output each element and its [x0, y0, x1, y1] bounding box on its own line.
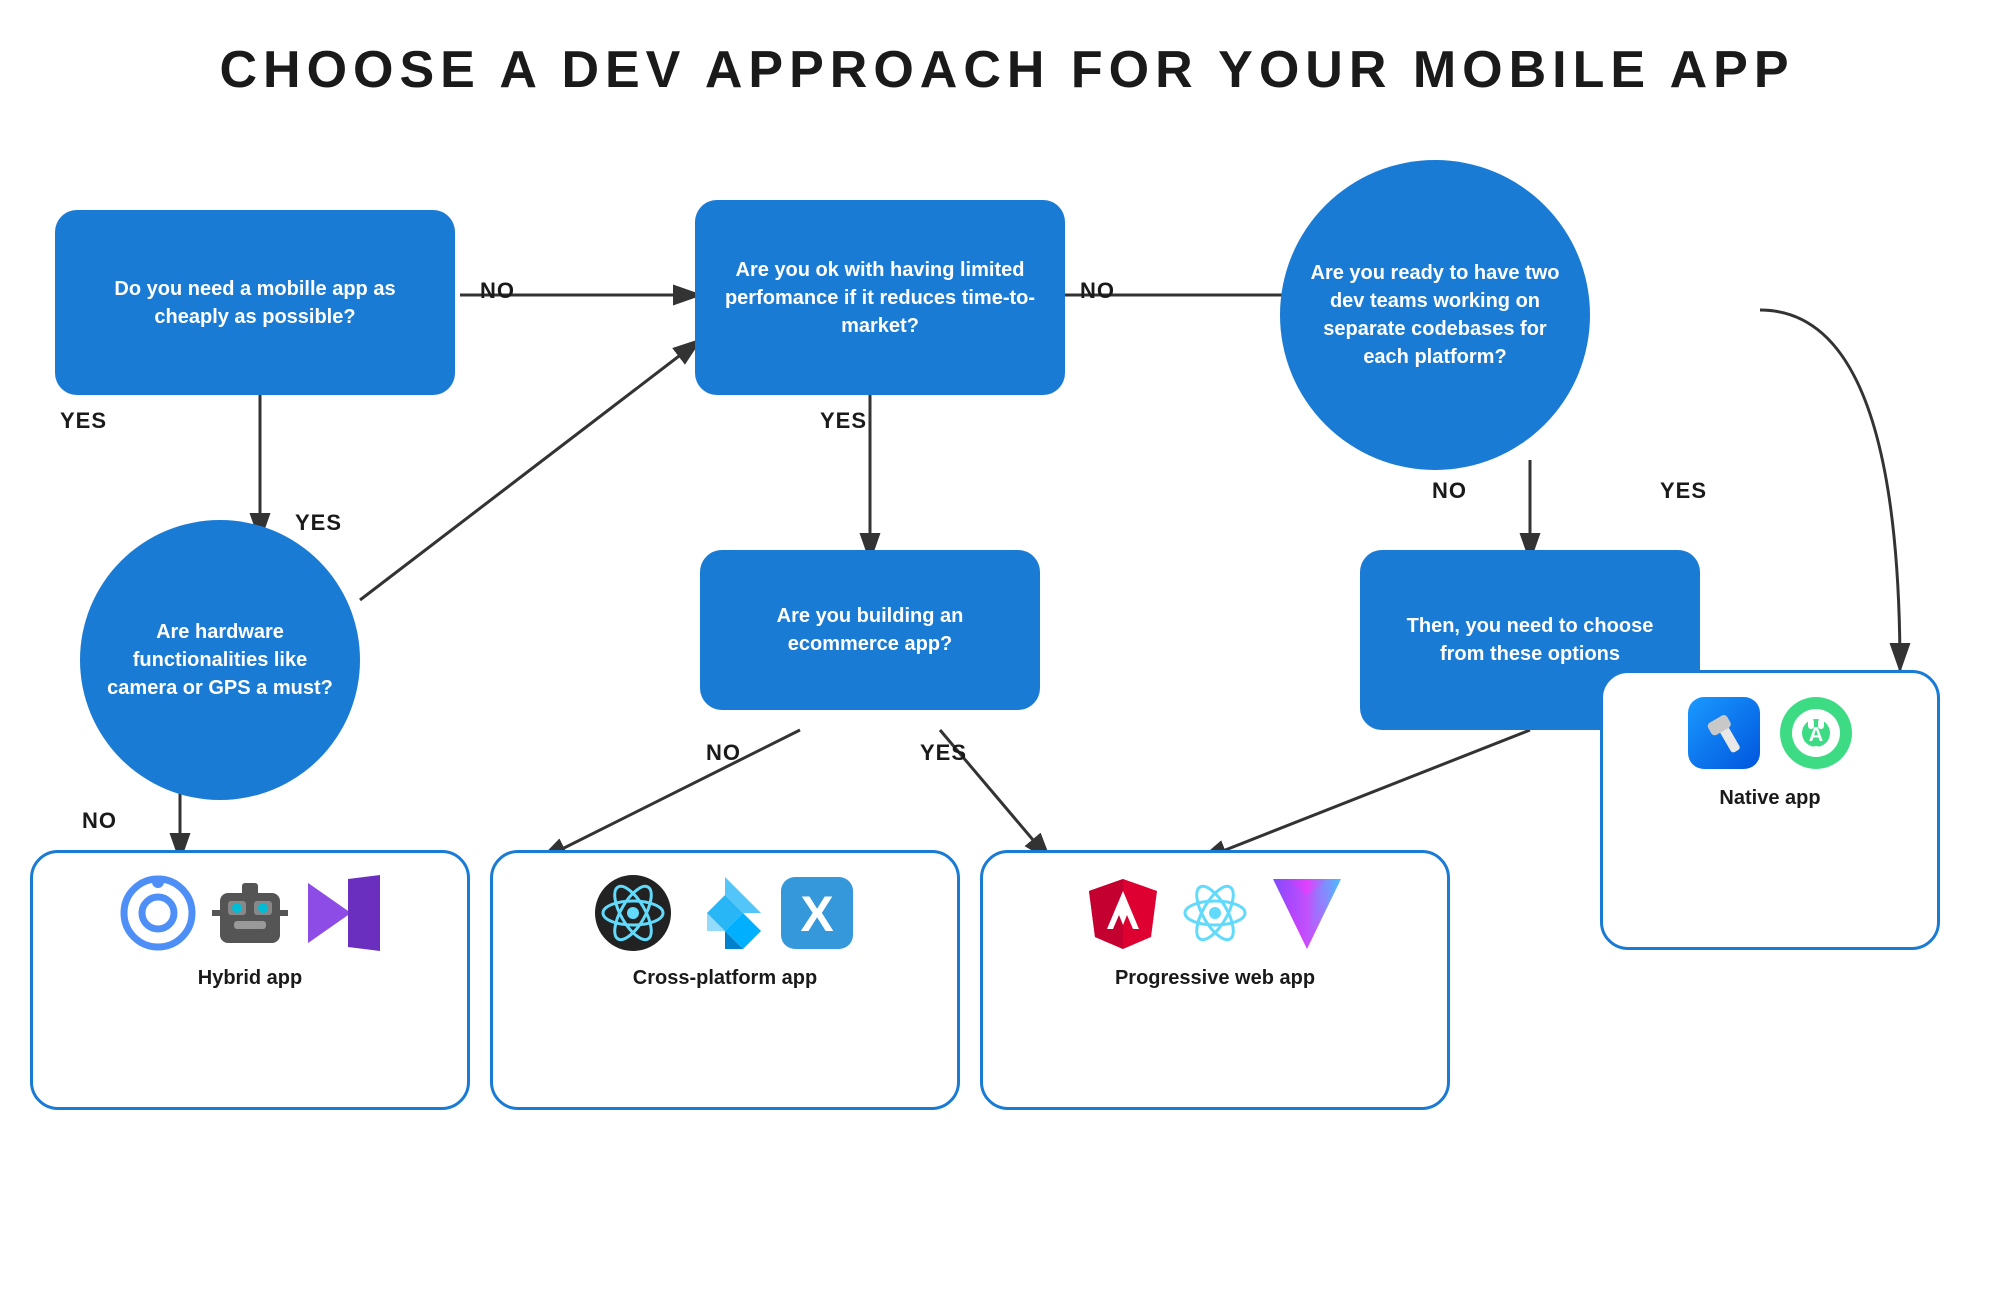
yes-label-q5: YES [920, 740, 967, 766]
hybrid-container: Hybrid app [30, 850, 470, 1110]
no-label-q5: NO [706, 740, 741, 766]
flowchart: Do you need a mobille app as cheaply as … [0, 130, 2014, 1310]
xamarin-icon: X [777, 873, 857, 953]
native-container: A Native app [1600, 670, 1940, 950]
no-label-q2: NO [1080, 278, 1115, 304]
pwa-icons [1083, 873, 1347, 953]
q2-box: Are you ok with having limited perfomanc… [695, 200, 1065, 395]
q1-text: Do you need a mobille app as cheaply as … [77, 275, 433, 331]
svg-text:A: A [1809, 724, 1823, 746]
ionic-icon [118, 873, 198, 953]
q6-text: Then, you need to choose from these opti… [1382, 612, 1678, 668]
yes-label-q3: YES [1660, 478, 1707, 504]
native-icons: A [1684, 693, 1856, 773]
q5-box: Are you building an ecommerce app? [700, 550, 1040, 710]
android-studio-icon: A [1776, 693, 1856, 773]
react-native-icon [593, 873, 673, 953]
pwa-container: Progressive web app [980, 850, 1450, 1110]
q4-box: Are hardware functionalities like camera… [80, 520, 360, 800]
q1-box: Do you need a mobille app as cheaply as … [55, 210, 455, 395]
flutter-icon [685, 873, 765, 953]
yes-label-q4: YES [295, 510, 342, 536]
q5-text: Are you building an ecommerce app? [722, 602, 1018, 658]
vs-icon [302, 873, 382, 953]
q3-text: Are you ready to have two dev teams work… [1302, 259, 1568, 371]
robot-icon [210, 873, 290, 953]
cross-icons: X [593, 873, 857, 953]
vuetify-icon [1267, 873, 1347, 953]
cross-container: X Cross-platform app [490, 850, 960, 1110]
page-title: CHOOSE A DEV APPROACH FOR YOUR MOBILE AP… [0, 0, 2014, 130]
yes-label-q1: YES [60, 408, 107, 434]
hybrid-label: Hybrid app [198, 967, 302, 990]
react-icon [1175, 873, 1255, 953]
no-label-q4: NO [82, 808, 117, 834]
no-label-q1: NO [480, 278, 515, 304]
no-label-q3: NO [1432, 478, 1467, 504]
pwa-label: Progressive web app [1115, 967, 1315, 990]
angular-icon [1083, 873, 1163, 953]
q4-text: Are hardware functionalities like camera… [102, 618, 338, 702]
yes-label-q2: YES [820, 408, 867, 434]
native-label: Native app [1719, 787, 1820, 810]
q2-text: Are you ok with having limited perfomanc… [717, 256, 1043, 340]
svg-text:X: X [800, 886, 833, 942]
q3-box: Are you ready to have two dev teams work… [1280, 160, 1590, 470]
hybrid-icons [118, 873, 382, 953]
cross-label: Cross-platform app [633, 967, 817, 990]
xcode-icon [1684, 693, 1764, 773]
